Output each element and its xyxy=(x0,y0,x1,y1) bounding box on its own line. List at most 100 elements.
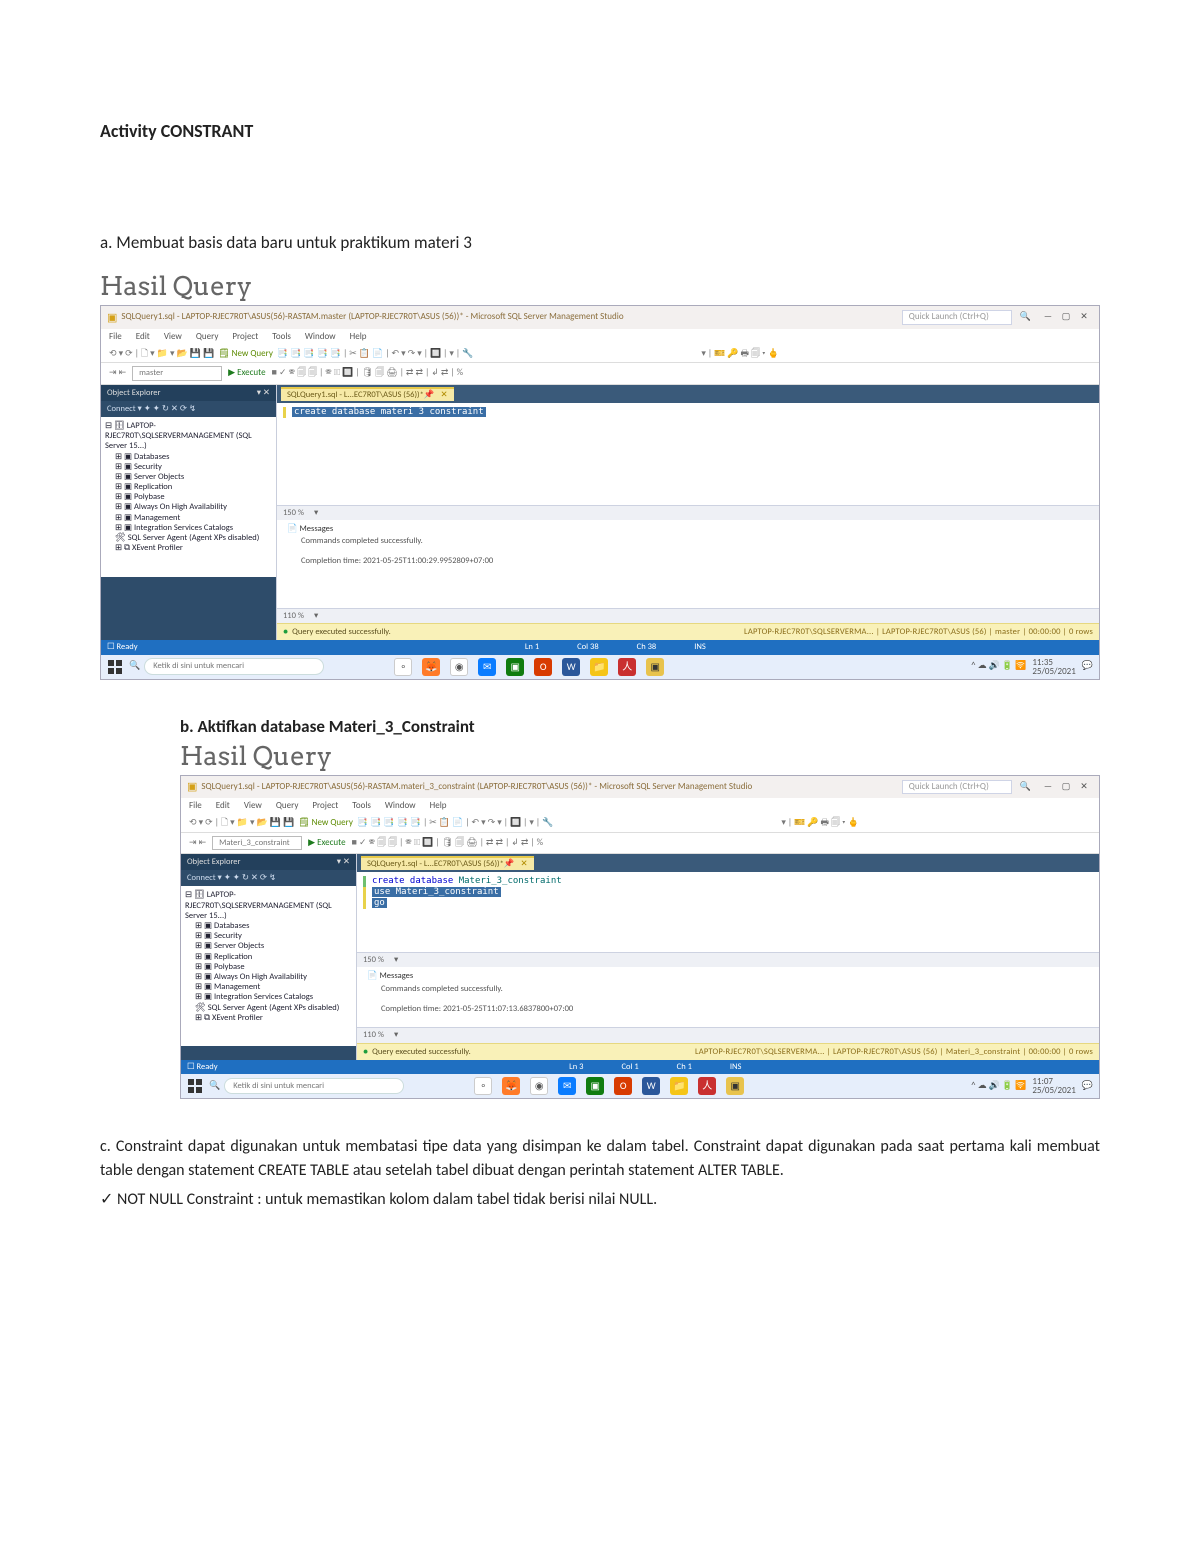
word-icon[interactable]: W xyxy=(642,1077,660,1095)
tree-root[interactable]: ⊟ 🗄 LAPTOP-RJEC7R0T\SQLSERVERMANAGEMENT … xyxy=(185,890,352,921)
system-tray[interactable]: ^ ☁ 🔊 🔋 🛜 11:35 25/05/2021 💬 xyxy=(971,658,1093,676)
office-icon[interactable]: O xyxy=(614,1077,632,1095)
start-button[interactable] xyxy=(107,659,123,675)
pin-icon[interactable]: 📌 xyxy=(424,390,435,400)
search-icon[interactable]: 🔍 xyxy=(1020,782,1031,793)
zoom-level[interactable]: 150 % xyxy=(283,508,304,518)
pin-icon[interactable]: 📌 xyxy=(504,859,515,869)
close-tab-icon[interactable]: ✕ xyxy=(520,859,527,869)
taskbar-search-input[interactable]: Ketik di sini untuk mencari xyxy=(224,1078,404,1094)
menu-file[interactable]: File xyxy=(189,801,202,812)
menu-project[interactable]: Project xyxy=(312,801,338,812)
ssms-icon[interactable]: ▣ xyxy=(646,658,664,676)
tree-node-polybase[interactable]: ⊞ ▣ Polybase xyxy=(185,962,352,972)
menu-tools[interactable]: Tools xyxy=(352,801,371,812)
tree-node-security[interactable]: ⊞ ▣ Security xyxy=(105,462,272,472)
editor-tab[interactable]: SQLQuery1.sql - L...EC7R0T\ASUS (56))* 📌… xyxy=(361,856,534,870)
search-icon[interactable]: 🔍 xyxy=(1020,312,1031,323)
execute-button[interactable]: ▶ Execute xyxy=(228,368,265,379)
menu-view[interactable]: View xyxy=(244,801,262,812)
tree-node-server-objects[interactable]: ⊞ ▣ Server Objects xyxy=(105,472,272,482)
tree-node-alwayson[interactable]: ⊞ ▣ Always On High Availability xyxy=(185,972,352,982)
quick-launch-input[interactable]: Quick Launch (Ctrl+Q) xyxy=(902,780,1012,795)
firefox-icon[interactable]: 🦊 xyxy=(422,658,440,676)
mail-icon[interactable]: ✉ xyxy=(558,1077,576,1095)
notifications-icon[interactable]: 💬 xyxy=(1082,661,1093,672)
panel-controls[interactable]: ▾ ✕ xyxy=(337,857,350,867)
menu-help[interactable]: Help xyxy=(430,801,447,812)
tree-node-integration[interactable]: ⊞ ▣ Integration Services Catalogs xyxy=(105,523,272,533)
xbox-icon[interactable]: ▣ xyxy=(506,658,524,676)
explorer-icon[interactable]: 📁 xyxy=(590,658,608,676)
menu-help[interactable]: Help xyxy=(350,332,367,343)
start-button[interactable] xyxy=(187,1078,203,1094)
tree-view[interactable]: ⊟ 🗄 LAPTOP-RJEC7R0T\SQLSERVERMANAGEMENT … xyxy=(101,417,276,577)
toolbar-right[interactable]: ▾ | 🎫 🔑 🖶 🗐 ▾ 🖕 xyxy=(701,349,778,360)
explorer-icon[interactable]: 📁 xyxy=(670,1077,688,1095)
menu-window[interactable]: Window xyxy=(385,801,416,812)
quick-launch-input[interactable]: Quick Launch (Ctrl+Q) xyxy=(902,310,1012,325)
office-icon[interactable]: O xyxy=(534,658,552,676)
menu-query[interactable]: Query xyxy=(276,801,299,812)
word-icon[interactable]: W xyxy=(562,658,580,676)
menu-tools[interactable]: Tools xyxy=(272,332,291,343)
database-selector[interactable]: master xyxy=(132,366,222,380)
tree-node-security[interactable]: ⊞ ▣ Security xyxy=(185,931,352,941)
tree-node-databases[interactable]: ⊞ ▣ Databases xyxy=(185,921,352,931)
chrome-icon[interactable]: ◉ xyxy=(530,1077,548,1095)
debug-stop[interactable]: ■ ✓ 🕾 🗐 🗐 | 🕾 🗉 🔲 | 🛢 🗐 🖨 | ⇄ ⇄ | ↲ ⇄ | … xyxy=(352,838,543,849)
tree-node-alwayson[interactable]: ⊞ ▣ Always On High Availability xyxy=(105,502,272,512)
editor-text[interactable]: create database materi 3 constraint xyxy=(292,407,486,417)
toolbar-misc[interactable]: 📑 📑 📑 📑 📑 | ✂ 📋 📄 | ↶ ▾ ↷ ▾ | 🔲 | ▾ | 🔧 xyxy=(357,818,553,829)
sql-editor[interactable]: create database Materi_3_constraint use … xyxy=(357,872,1099,952)
minimize-button[interactable]: — xyxy=(1039,782,1057,793)
cortana-icon[interactable]: ∘ xyxy=(474,1077,492,1095)
nav-icons[interactable]: ⟲ ▾ ⟳ | 🗋 ▾ 📁 ▾ 📂 💾 💾 xyxy=(189,818,294,829)
notifications-icon[interactable]: 💬 xyxy=(1082,1081,1093,1092)
messages-tab[interactable]: 📄 Messages xyxy=(287,524,1089,534)
tree-node-management[interactable]: ⊞ ▣ Management xyxy=(105,513,272,523)
menu-file[interactable]: File xyxy=(109,332,122,343)
cortana-icon[interactable]: ∘ xyxy=(394,658,412,676)
tree-root[interactable]: ⊟ 🗄 LAPTOP-RJEC7R0T\SQLSERVERMANAGEMENT … xyxy=(105,421,272,452)
messages-tab[interactable]: 📄 Messages xyxy=(367,971,1089,981)
panel-controls[interactable]: ▾ ✕ xyxy=(257,388,270,398)
pdf-icon[interactable]: 人 xyxy=(698,1077,716,1095)
ssms-icon[interactable]: ▣ xyxy=(726,1077,744,1095)
indent-icons[interactable]: ⇥ ⇤ xyxy=(109,368,126,379)
debug-stop[interactable]: ■ ✓ 🕾 🗐 🗐 | 🕾 🗉 🔲 | 🛢 🗐 🖨 | ⇄ ⇄ | ↲ ⇄ | … xyxy=(272,368,463,379)
tree-node-replication[interactable]: ⊞ ▣ Replication xyxy=(185,952,352,962)
close-tab-icon[interactable]: ✕ xyxy=(440,390,447,400)
tree-node-agent[interactable]: 🛠 SQL Server Agent (Agent XPs disabled) xyxy=(185,1003,352,1013)
new-query-button[interactable]: 🗒 New Query xyxy=(298,818,353,829)
tree-node-replication[interactable]: ⊞ ▣ Replication xyxy=(105,482,272,492)
zoom-level-2[interactable]: 110 % xyxy=(283,611,304,621)
menu-window[interactable]: Window xyxy=(305,332,336,343)
tree-node-xevent[interactable]: ⊞ ⧉ XEvent Profiler xyxy=(105,543,272,553)
nav-icons[interactable]: ⟲ ▾ ⟳ | 🗋 ▾ 📁 ▾ 📂 💾 💾 xyxy=(109,349,214,360)
close-button[interactable]: ✕ xyxy=(1075,312,1093,323)
new-query-button[interactable]: 🗒 New Query xyxy=(218,349,273,360)
mail-icon[interactable]: ✉ xyxy=(478,658,496,676)
toolbar-right[interactable]: ▾ | 🎫 🔑 🖶 🗐 ▾ 🖕 xyxy=(781,818,858,829)
tray-icons[interactable]: ^ ☁ 🔊 🔋 🛜 xyxy=(971,1081,1026,1092)
connect-toolbar[interactable]: Connect ▾ ✦ ✦ ↻ ✕ ⟳ ↯ xyxy=(101,401,276,417)
pdf-icon[interactable]: 人 xyxy=(618,658,636,676)
indent-icons[interactable]: ⇥ ⇤ xyxy=(189,838,206,849)
system-tray[interactable]: ^ ☁ 🔊 🔋 🛜 11:07 25/05/2021 💬 xyxy=(971,1077,1093,1095)
menu-project[interactable]: Project xyxy=(232,332,258,343)
tree-node-management[interactable]: ⊞ ▣ Management xyxy=(185,982,352,992)
menu-view[interactable]: View xyxy=(164,332,182,343)
menu-edit[interactable]: Edit xyxy=(136,332,150,343)
zoom-level-2[interactable]: 110 % xyxy=(363,1030,384,1040)
firefox-icon[interactable]: 🦊 xyxy=(502,1077,520,1095)
connect-toolbar[interactable]: Connect ▾ ✦ ✦ ↻ ✕ ⟳ ↯ xyxy=(181,870,356,886)
toolbar-misc[interactable]: 📑 📑 📑 📑 📑 | ✂ 📋 📄 | ↶ ▾ ↷ ▾ | 🔲 | ▾ | 🔧 xyxy=(277,349,473,360)
database-selector[interactable]: Materi_3_constraint xyxy=(212,836,302,850)
menu-edit[interactable]: Edit xyxy=(216,801,230,812)
zoom-level[interactable]: 150 % xyxy=(363,955,384,965)
tree-node-integration[interactable]: ⊞ ▣ Integration Services Catalogs xyxy=(185,992,352,1002)
execute-button[interactable]: ▶ Execute xyxy=(308,838,345,849)
minimize-button[interactable]: — xyxy=(1039,312,1057,323)
tray-icons[interactable]: ^ ☁ 🔊 🔋 🛜 xyxy=(971,661,1026,672)
